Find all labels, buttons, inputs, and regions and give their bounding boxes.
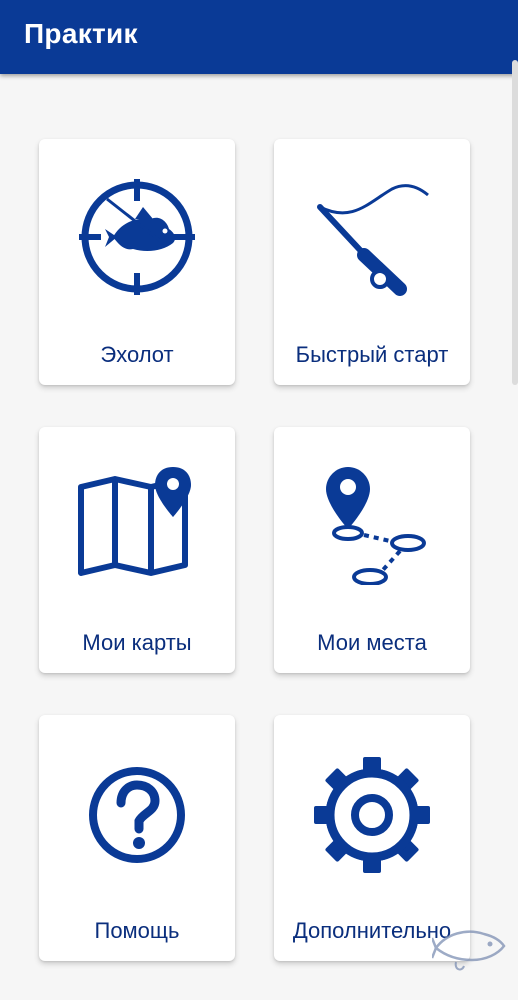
map-icon xyxy=(78,467,191,576)
tile-label-help: Помощь xyxy=(94,918,180,943)
fish-logo-icon xyxy=(432,930,506,971)
tile-sonar[interactable]: Эхолот xyxy=(39,139,235,385)
fishing-rod-icon xyxy=(317,184,429,296)
page-title: Практик xyxy=(24,18,138,49)
app-bar: Практик xyxy=(0,0,518,74)
tile-label-quick-start: Быстрый старт xyxy=(295,342,449,367)
scrollbar[interactable] xyxy=(512,60,518,385)
route-pins-icon xyxy=(326,467,426,585)
fish-sonar-icon xyxy=(79,179,195,295)
tile-quick-start[interactable]: Быстрый старт xyxy=(274,139,470,385)
help-icon xyxy=(89,767,185,863)
tile-label-sonar: Эхолот xyxy=(100,342,174,367)
tile-label-my-places: Мои места xyxy=(317,630,427,655)
tile-help[interactable]: Помощь xyxy=(39,715,235,961)
tile-my-places[interactable]: Мои места xyxy=(274,427,470,673)
gear-icon xyxy=(314,757,430,873)
tile-label-my-maps: Мои карты xyxy=(82,630,192,655)
tile-my-maps[interactable]: Мои карты xyxy=(39,427,235,673)
